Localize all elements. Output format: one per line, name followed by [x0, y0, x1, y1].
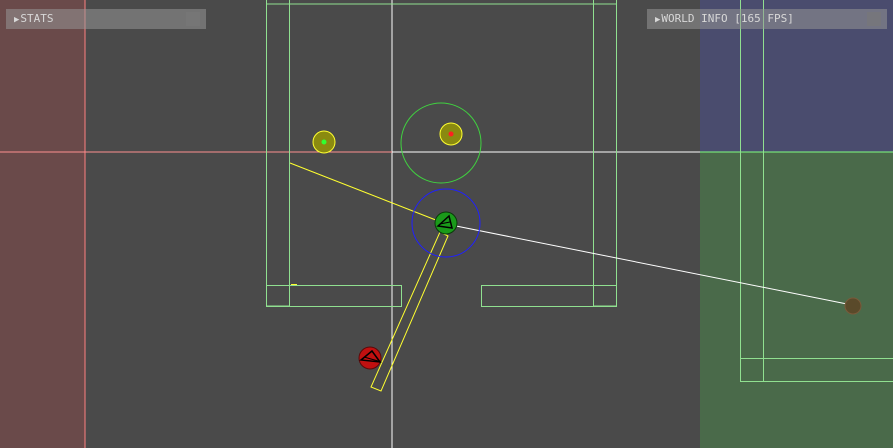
stats-panel[interactable]: ▶STATS	[6, 9, 206, 29]
wall-left	[266, 0, 290, 307]
wall-top	[266, 0, 617, 5]
red-zone	[0, 0, 85, 448]
target-marker[interactable]	[844, 297, 862, 315]
triangle-right-icon: ▶	[14, 15, 20, 25]
wall-right	[593, 0, 617, 307]
game-viewport	[0, 0, 893, 448]
world-info-panel[interactable]: ▶WORLD INFO [165 FPS]	[647, 9, 887, 29]
green-zone	[700, 152, 893, 448]
triangle-right-icon: ▶	[655, 15, 661, 25]
pickup-left[interactable]	[312, 130, 336, 154]
world-info-panel-label: WORLD INFO [165 FPS]	[661, 12, 794, 25]
stats-panel-close[interactable]	[186, 12, 200, 26]
wall-bottom-left	[266, 285, 402, 307]
trigger-radius-green	[400, 102, 482, 184]
enemy-icon[interactable]	[358, 346, 382, 370]
sight-line-yellow	[289, 162, 447, 225]
stats-panel-label: STATS	[20, 12, 54, 25]
room-walls	[266, 0, 617, 307]
pickup-center[interactable]	[439, 122, 463, 146]
player-icon[interactable]	[434, 211, 458, 235]
world-info-panel-close[interactable]	[867, 12, 881, 26]
wall-bottom-right	[481, 285, 617, 307]
